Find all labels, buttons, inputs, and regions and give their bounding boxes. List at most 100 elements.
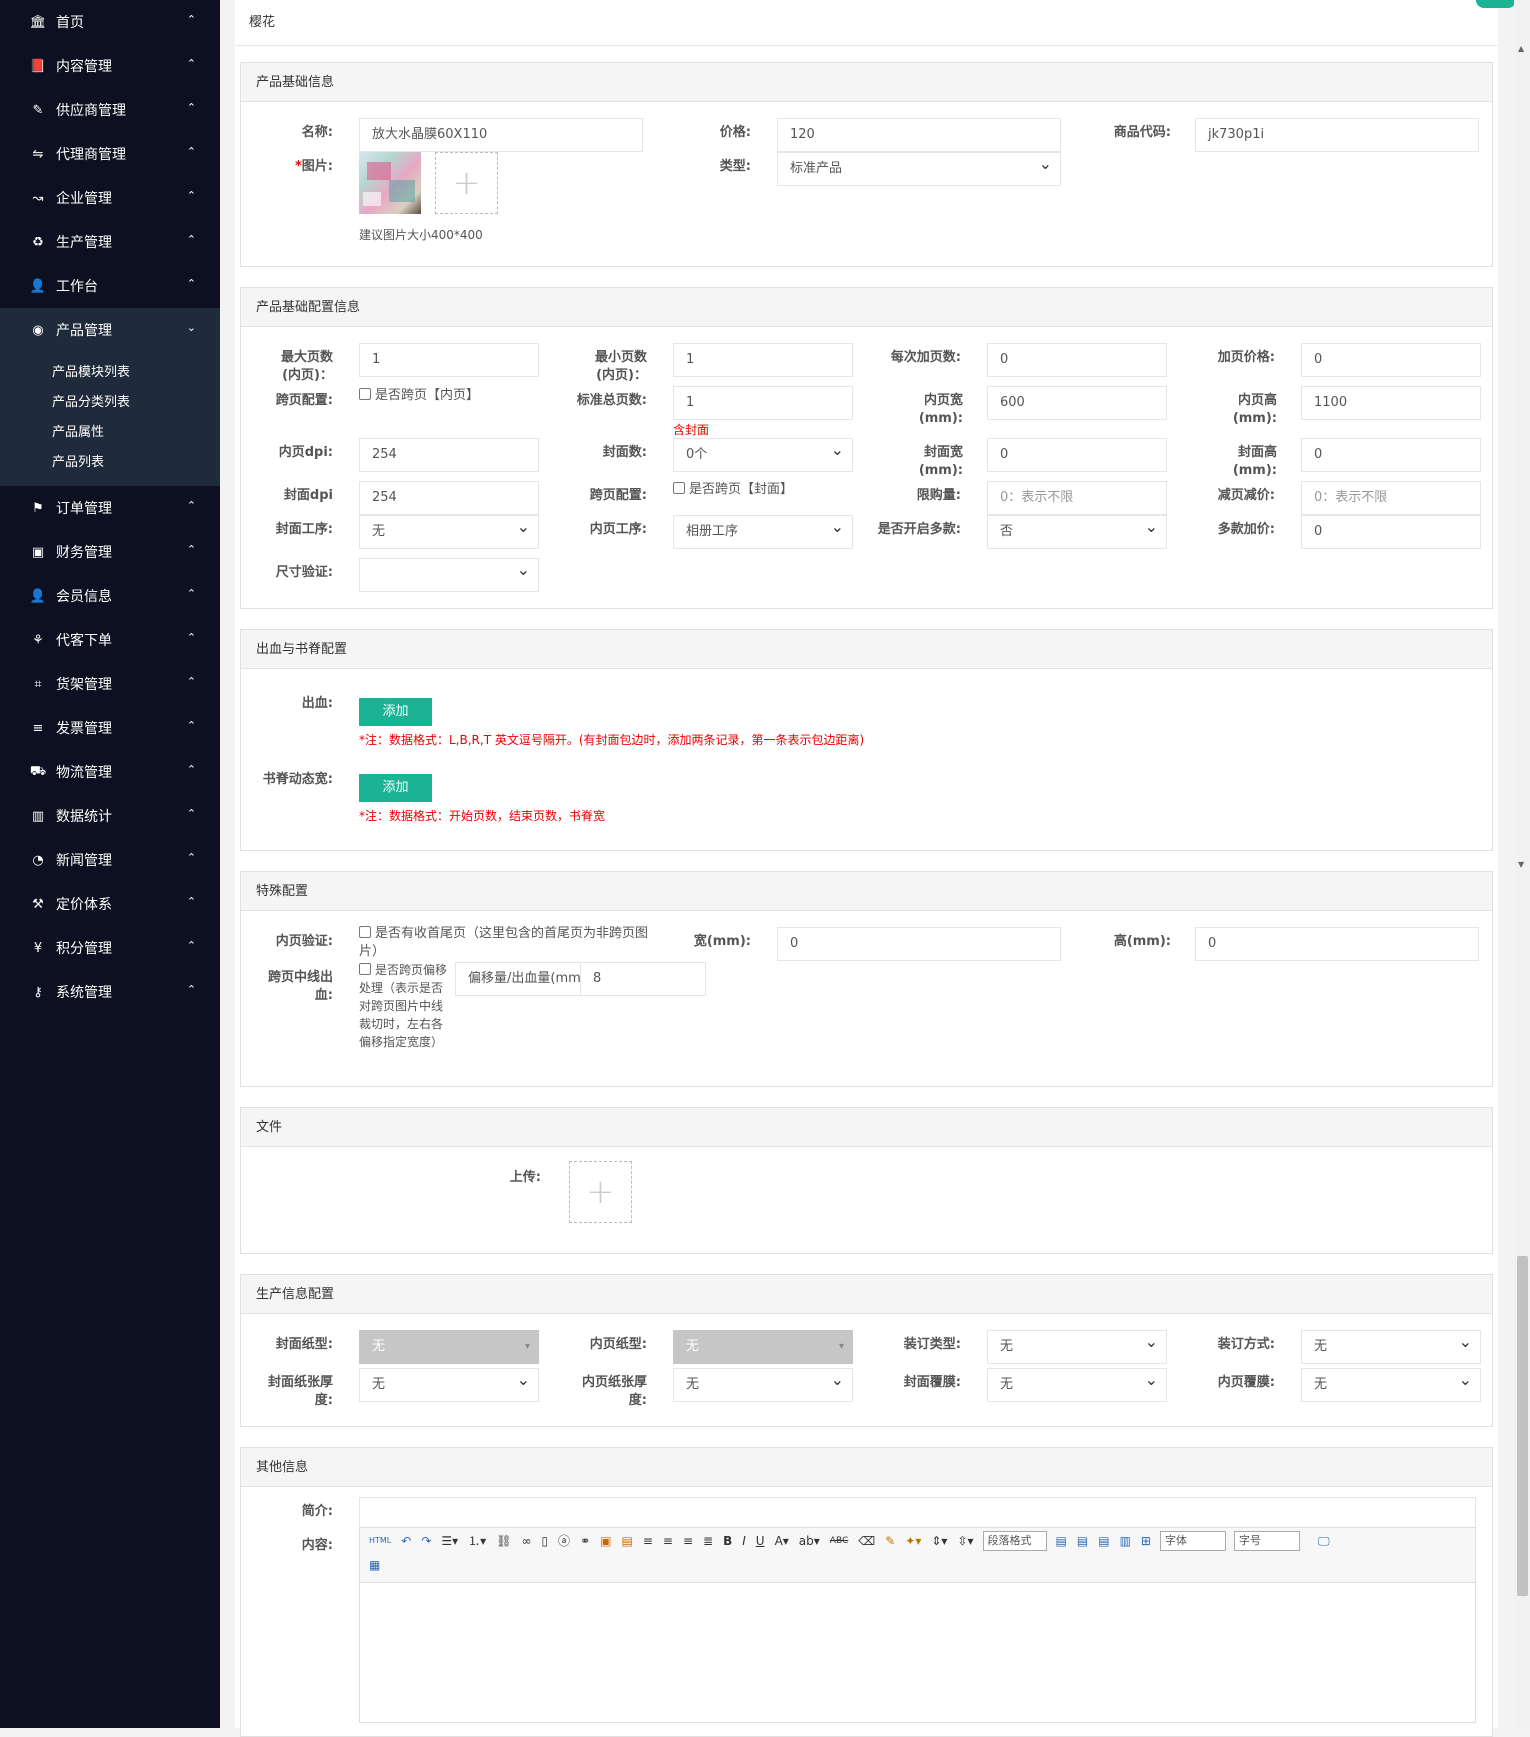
bind-way-select[interactable]: 无 <box>1301 1326 1481 1364</box>
cover-thick-select[interactable]: 无 <box>359 1364 539 1402</box>
sidebar-item[interactable]: ♻ 生产管理 ⌃ <box>0 220 220 264</box>
sidebar-item[interactable]: ⛟ 物流管理 ⌃ <box>0 750 220 794</box>
italic-icon[interactable]: I <box>742 1530 746 1552</box>
align-right-icon[interactable]: ≡ <box>683 1530 693 1552</box>
name-input[interactable]: 放大水晶膜60X110 <box>359 118 643 152</box>
sidebar-item[interactable]: 🏛 首页 ⌃ <box>0 0 220 44</box>
redo-icon[interactable]: ↷ <box>421 1530 431 1552</box>
content-editor[interactable] <box>359 1583 1476 1723</box>
inner-paper-select[interactable]: 无 <box>673 1330 853 1364</box>
font-color-icon[interactable]: A▾ <box>775 1530 789 1552</box>
underline-icon[interactable]: U <box>756 1530 765 1552</box>
sidebar-item[interactable]: ⌗ 货架管理 ⌃ <box>0 662 220 706</box>
paragraph-format-select[interactable]: 段落格式 <box>982 1531 1047 1551</box>
unlink-icon[interactable]: ∞ <box>521 1530 531 1552</box>
eraser-icon[interactable]: ⌫ <box>858 1530 875 1552</box>
sidebar-item[interactable]: ◔ 新闻管理 ⌃ <box>0 838 220 882</box>
sidebar-item[interactable]: ⚑ 订单管理 ⌃ <box>0 486 220 530</box>
intro-input[interactable] <box>359 1497 1476 1529</box>
inner-proc-select[interactable]: 相册工序 <box>673 511 853 549</box>
add-spine-button[interactable]: 添加 <box>359 774 432 802</box>
fullscreen-icon[interactable]: 🖵 <box>1318 1530 1330 1552</box>
highlight-icon[interactable]: ab▾ <box>799 1530 820 1552</box>
sidebar-item[interactable]: ⇋ 代理商管理 ⌃ <box>0 132 220 176</box>
code-input[interactable]: jk730p1i <box>1195 118 1479 152</box>
image-icon[interactable]: ▣ <box>600 1530 611 1552</box>
unordered-list-icon[interactable]: ☰▾ <box>441 1530 458 1552</box>
magic-icon[interactable]: ✦▾ <box>905 1530 921 1552</box>
type-select[interactable]: 标准产品 <box>777 148 1061 186</box>
image-upload-button[interactable]: + <box>435 152 498 214</box>
offset-checkbox[interactable]: 是否跨页偏移处理（表示是否对跨页图片中线裁切时，左右各偏移指定宽度） <box>359 961 453 1051</box>
link-icon[interactable]: ⛓ <box>496 1530 511 1552</box>
font-size-select[interactable]: 字号 <box>1233 1531 1300 1551</box>
row-spacing-icon[interactable]: ⇕▾ <box>931 1530 947 1552</box>
sidebar-subitem[interactable]: 产品模块列表 <box>0 358 220 388</box>
inner-thick-select[interactable]: 无 <box>673 1364 853 1402</box>
reduce-input[interactable]: 0：表示不限 <box>1301 481 1481 515</box>
line-height-icon[interactable]: ⇳▾ <box>957 1530 973 1552</box>
sidebar-subitem[interactable]: 产品分类列表 <box>0 388 220 418</box>
float-none-icon[interactable]: ▤ <box>1098 1530 1109 1552</box>
multi-price-input[interactable]: 0 <box>1301 515 1481 549</box>
product-image-thumbnail[interactable] <box>359 152 421 214</box>
scrollbar[interactable]: ▲ ▼ <box>1514 0 1530 1728</box>
sidebar-subitem[interactable]: 产品列表 <box>0 448 220 478</box>
strikethrough-icon[interactable]: ABC <box>830 1530 848 1552</box>
ordered-list-icon[interactable]: ⒈▾ <box>468 1530 486 1552</box>
offset-input[interactable]: 8 <box>580 962 706 996</box>
sidebar-item[interactable]: 👤 工作台 ⌃ <box>0 264 220 308</box>
scroll-down-icon[interactable]: ▼ <box>1518 860 1524 869</box>
sidebar-item[interactable]: ⚘ 代客下单 ⌃ <box>0 618 220 662</box>
sidebar-item[interactable]: ⚷ 系统管理 ⌃ <box>0 970 220 1014</box>
sidebar-item[interactable]: ↝ 企业管理 ⌃ <box>0 176 220 220</box>
inner-h-input[interactable]: 1100 <box>1301 386 1481 420</box>
std-pages-input[interactable]: 1 <box>673 386 853 420</box>
sidebar-item[interactable]: ≡ 发票管理 ⌃ <box>0 706 220 750</box>
inner-verify-checkbox[interactable]: 是否有收首尾页（这里包含的首尾页为非跨页图片） <box>359 925 649 961</box>
sidebar-item[interactable]: ⚒ 定价体系 ⌃ <box>0 882 220 926</box>
file-upload-button[interactable]: + <box>569 1161 632 1223</box>
price-input[interactable]: 120 <box>777 118 1061 152</box>
max-pages-input[interactable]: 1 <box>359 343 539 377</box>
inner-w-input[interactable]: 600 <box>987 386 1167 420</box>
size-select[interactable] <box>359 554 539 592</box>
page-icon[interactable]: ▯ <box>541 1530 548 1552</box>
center-block-icon[interactable]: ▥ <box>1120 1530 1131 1552</box>
scroll-up-icon[interactable]: ▲ <box>1518 44 1524 53</box>
align-left-icon[interactable]: ≡ <box>643 1530 653 1552</box>
cover-count-select[interactable]: 0个 <box>673 434 853 472</box>
align-center-icon[interactable]: ≡ <box>663 1530 673 1552</box>
html-icon[interactable]: HTML <box>369 1530 391 1552</box>
inner-film-select[interactable]: 无 <box>1301 1364 1481 1402</box>
sidebar-item[interactable]: ◉ 产品管理 ⌄ <box>0 308 220 352</box>
height-input[interactable]: 0 <box>1195 927 1479 961</box>
sidebar-item[interactable]: ▥ 数据统计 ⌃ <box>0 794 220 838</box>
sidebar-item[interactable]: 👤 会员信息 ⌃ <box>0 574 220 618</box>
spread-cover-checkbox[interactable]: 是否跨页【封面】 <box>673 481 793 499</box>
multi-select[interactable]: 否 <box>987 511 1167 549</box>
undo-icon[interactable]: ↶ <box>401 1530 411 1552</box>
cover-dpi-input[interactable]: 254 <box>359 481 539 515</box>
font-family-select[interactable]: 字体 <box>1159 1531 1226 1551</box>
video-icon[interactable]: ▦ <box>369 1554 380 1576</box>
scrollbar-thumb[interactable] <box>1517 1256 1528 1596</box>
sidebar-subitem[interactable]: 产品属性 <box>0 418 220 448</box>
find-icon[interactable]: ⚭ <box>580 1530 590 1552</box>
add-bleed-button[interactable]: 添加 <box>359 698 432 726</box>
sidebar-item[interactable]: 📕 内容管理 ⌃ <box>0 44 220 88</box>
sidebar-item[interactable]: ▣ 财务管理 ⌃ <box>0 530 220 574</box>
bind-type-select[interactable]: 无 <box>987 1326 1167 1364</box>
multi-image-icon[interactable]: ▤ <box>621 1530 632 1552</box>
cover-w-input[interactable]: 0 <box>987 438 1167 472</box>
width-input[interactable]: 0 <box>777 927 1061 961</box>
anchor-icon[interactable]: ⓐ <box>558 1530 570 1552</box>
cover-h-input[interactable]: 0 <box>1301 438 1481 472</box>
bold-icon[interactable]: B <box>723 1530 732 1552</box>
table-icon[interactable]: ⊞ <box>1141 1530 1151 1552</box>
min-pages-input[interactable]: 1 <box>673 343 853 377</box>
cover-paper-select[interactable]: 无 <box>359 1330 539 1364</box>
format-brush-icon[interactable]: ✎ <box>885 1530 895 1552</box>
sidebar-item[interactable]: ✎ 供应商管理 ⌃ <box>0 88 220 132</box>
add-pages-input[interactable]: 0 <box>987 343 1167 377</box>
